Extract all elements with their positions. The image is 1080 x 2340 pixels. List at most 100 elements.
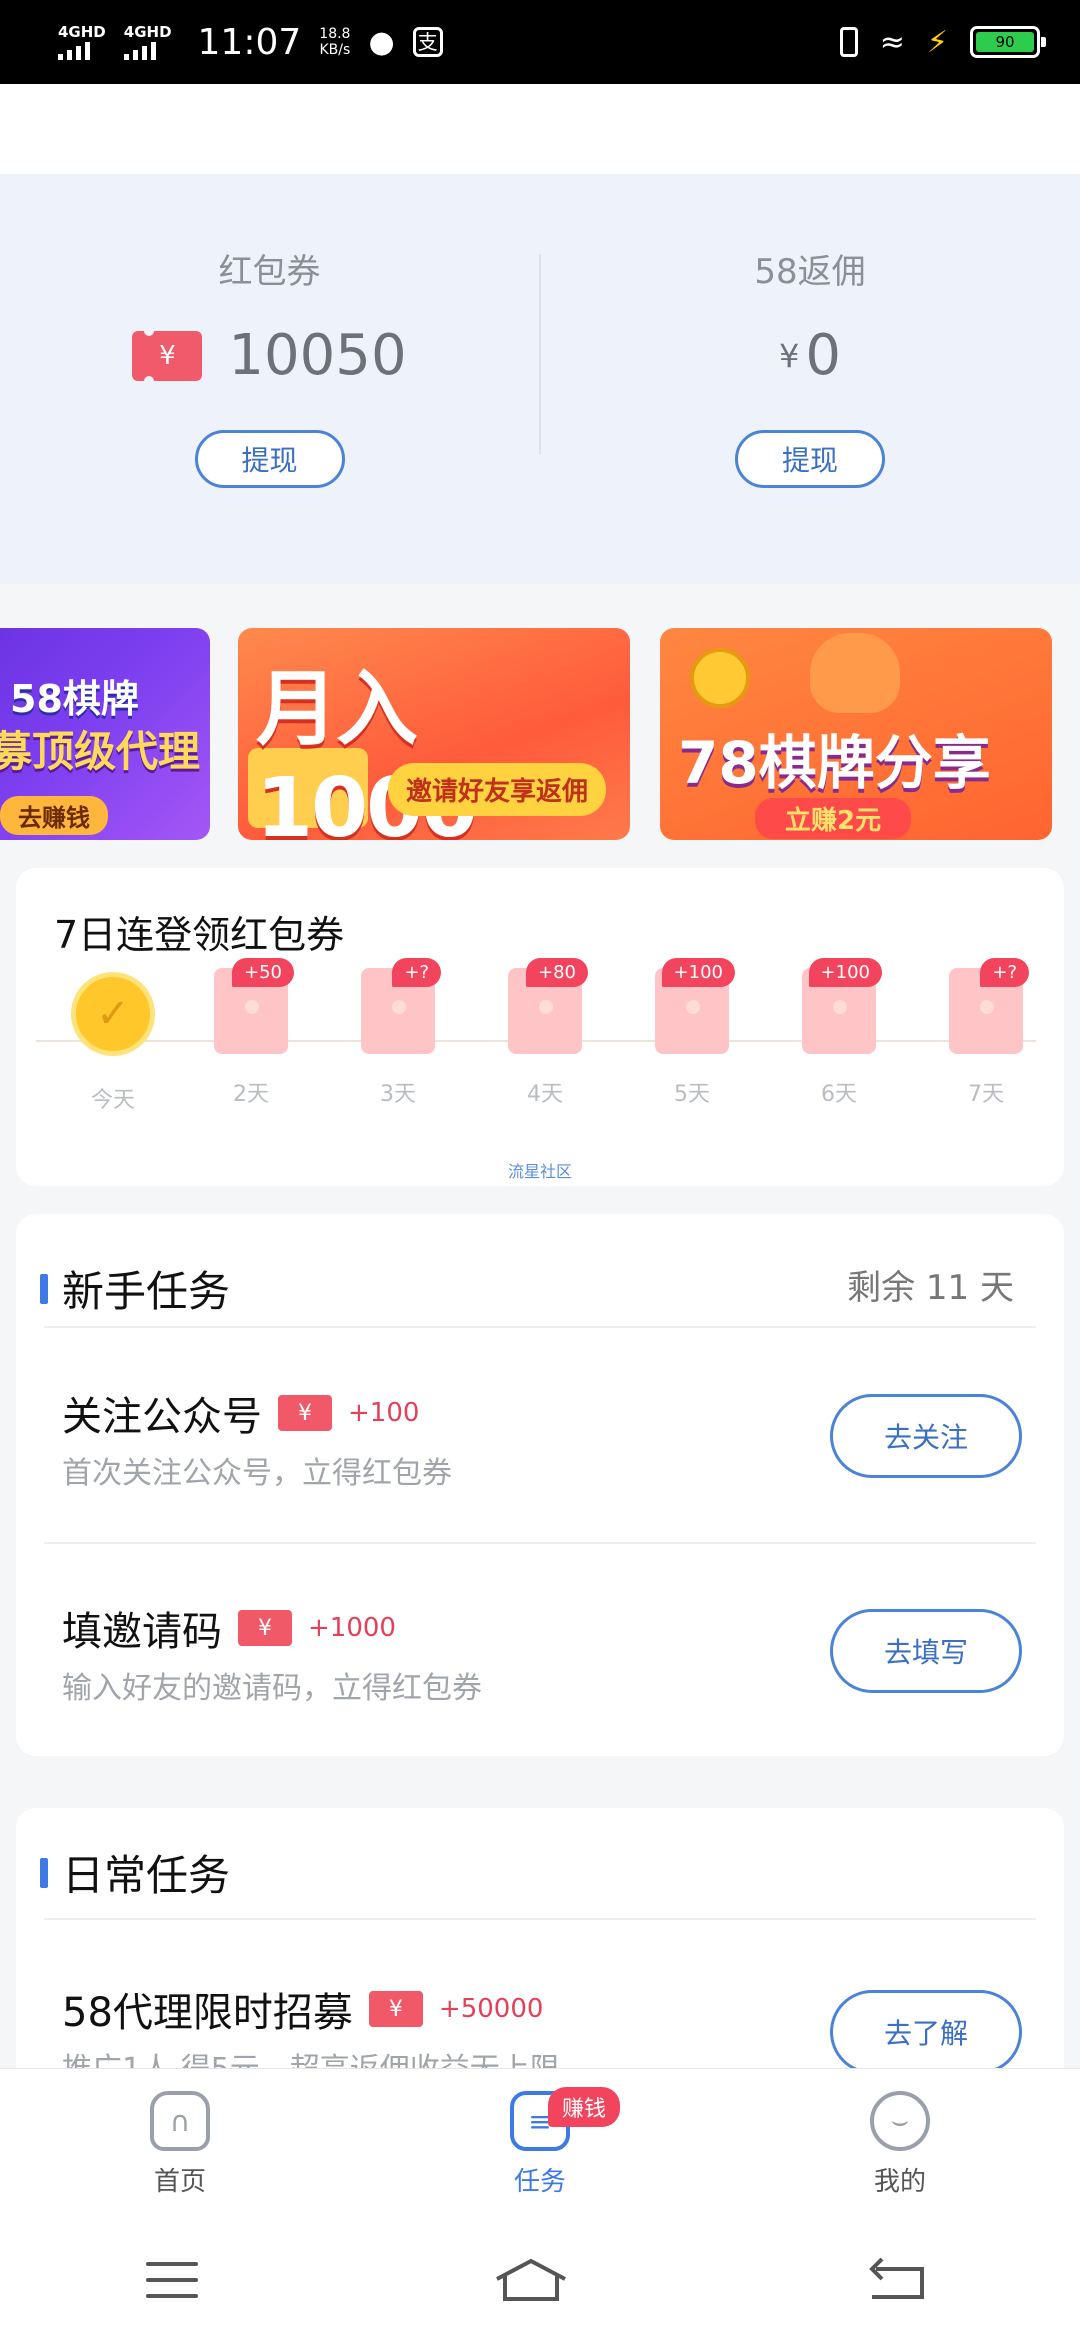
nav-label: 任务 xyxy=(513,2167,566,2197)
nav-home[interactable]: ∩ 首页 xyxy=(0,2069,360,2220)
reward-badge: +80 xyxy=(526,958,588,987)
divider xyxy=(44,1918,1036,1920)
task-reward: +50000 xyxy=(438,1994,544,2024)
reward-badge: +100 xyxy=(661,958,735,987)
signal-icon-1: 4GHD xyxy=(58,24,106,60)
red-envelope-icon: +50 xyxy=(214,958,294,1054)
day-label: 4天 xyxy=(527,1082,563,1107)
home-icon: ∩ xyxy=(150,2091,210,2151)
section-marker xyxy=(40,1273,48,1304)
red-envelope-icon: +80 xyxy=(508,958,588,1054)
task-name: 填邀请码 xyxy=(62,1609,222,1655)
day-label: 5天 xyxy=(674,1082,710,1107)
day-label: 7天 xyxy=(968,1082,1004,1107)
alipay-icon: 支 xyxy=(412,27,443,57)
banner-title: 78棋牌分享 xyxy=(678,729,991,797)
banner-subtitle: 募顶级代理 xyxy=(0,727,201,776)
task-item: 填邀请码 ¥ +1000 输入好友的邀请码，立得红包券 去填写 xyxy=(16,1599,1064,1749)
red-envelope-icon: +? xyxy=(949,958,1029,1054)
reward-badge: +50 xyxy=(232,958,294,987)
checkin-day[interactable]: +50 2天 xyxy=(196,958,306,1108)
checkin-card: 7日连登领红包券 ✓ 今天 +50 2天 +? 3天 +80 4天 +100 5… xyxy=(16,868,1064,1186)
task-item: 关注公众号 ¥ +100 首次关注公众号，立得红包券 去关注 xyxy=(16,1384,1064,1534)
section-header: 新手任务 xyxy=(40,1258,230,1319)
follow-button[interactable]: 去关注 xyxy=(830,1394,1022,1478)
section-marker xyxy=(40,1857,48,1888)
section-title: 新手任务 xyxy=(62,1267,231,1316)
bottom-nav: ∩ 首页 ≡ 赚钱 任务 ⌣ 我的 xyxy=(0,2068,1080,2220)
task-title-row: 58代理限时招募 ¥ +50000 xyxy=(62,1980,543,2038)
home-button-icon[interactable] xyxy=(491,2255,571,2305)
status-bar: 4GHD 4GHD 11:07 18.8 KB/s ● 支 ≈ ⚡ 90 xyxy=(0,0,1080,84)
day-label: 今天 xyxy=(90,1088,135,1113)
coin-icon xyxy=(690,648,750,708)
coupon-amount-row: ¥ 10050 xyxy=(0,323,539,388)
section-header: 日常任务 xyxy=(40,1842,230,1903)
clock: 11:07 xyxy=(197,21,302,63)
red-envelope-icon: +? xyxy=(361,958,441,1054)
watermark: 流星社区 xyxy=(507,1162,572,1181)
commission-withdraw-button[interactable]: 提现 xyxy=(735,430,885,488)
net-speed: 18.8 KB/s xyxy=(319,26,350,58)
net-speed-unit: KB/s xyxy=(319,42,351,58)
coupon-withdraw-button[interactable]: 提现 xyxy=(194,430,345,488)
checkin-title: 7日连登领红包券 xyxy=(54,913,345,957)
net-speed-value: 18.8 xyxy=(319,26,351,42)
coupon-amount: 10050 xyxy=(228,323,407,388)
task-title-row: 填邀请码 ¥ +1000 xyxy=(62,1599,396,1657)
nav-label: 首页 xyxy=(153,2167,206,2197)
checkin-day[interactable]: +100 5天 xyxy=(637,958,747,1108)
nav-tasks[interactable]: ≡ 赚钱 任务 xyxy=(360,2069,720,2220)
red-envelope-icon: +100 xyxy=(655,958,735,1054)
signal-icon-2: 4GHD xyxy=(123,24,172,60)
checkin-day[interactable]: +80 4天 xyxy=(490,958,600,1108)
checkin-day[interactable]: +100 6天 xyxy=(784,958,894,1108)
coupon-balance: 红包券 ¥ 10050 提现 xyxy=(0,244,540,488)
commission-amount-row: ¥ 0 xyxy=(540,323,1080,388)
coupon-label: 红包券 xyxy=(218,252,321,292)
commission-amount: 0 xyxy=(805,323,841,388)
checkin-day[interactable]: +? 7天 xyxy=(931,958,1041,1108)
commission-label: 58返佣 xyxy=(754,252,866,292)
nav-me[interactable]: ⌣ 我的 xyxy=(720,2069,1080,2220)
coupon-icon: ¥ xyxy=(368,1991,423,2027)
wifi-icon: ≈ xyxy=(879,24,905,60)
banner-button: 邀请好友享返佣 xyxy=(388,763,607,816)
menu-icon[interactable] xyxy=(146,2262,199,2298)
reward-badge: +? xyxy=(980,958,1029,987)
banner-78-share[interactable]: 78棋牌分享 立赚2元 xyxy=(660,628,1052,840)
vibrate-icon xyxy=(839,27,858,57)
network-type-1: 4GHD xyxy=(58,23,106,41)
remaining-days: 剩余 11 天 xyxy=(847,1268,1014,1308)
learn-more-button[interactable]: 去了解 xyxy=(830,1990,1022,2074)
day-label: 3天 xyxy=(380,1082,416,1107)
battery-icon: 90 xyxy=(970,26,1046,58)
banner-monthly-income[interactable]: 月入1000+ 邀请好友享返佣 xyxy=(238,628,630,840)
banner-title: 58棋牌 xyxy=(10,677,139,721)
red-envelope-icon: +100 xyxy=(802,958,882,1054)
task-description: 输入好友的邀请码，立得红包券 xyxy=(62,1671,482,1706)
reward-badge: +? xyxy=(392,958,441,987)
coupon-icon: ¥ xyxy=(238,1610,292,1646)
task-name: 58代理限时招募 xyxy=(62,1990,353,2036)
back-icon[interactable] xyxy=(864,2255,934,2305)
task-description: 首次关注公众号，立得红包券 xyxy=(62,1456,452,1491)
reward-badge: +100 xyxy=(808,958,882,987)
wallet-panel: 红包券 ¥ 10050 提现 58返佣 ¥ 0 提现 xyxy=(0,84,1080,584)
qq-icon: ● xyxy=(368,24,395,60)
fill-invite-button[interactable]: 去填写 xyxy=(830,1609,1022,1693)
coupon-icon: ¥ xyxy=(132,325,203,386)
day-label: 6天 xyxy=(821,1082,857,1107)
day-label: 2天 xyxy=(233,1082,269,1107)
task-reward: +1000 xyxy=(308,1613,396,1643)
checkin-day[interactable]: ✓ 今天 xyxy=(58,968,168,1114)
banner-carousel: 58棋牌 募顶级代理 去赚钱 月入1000+ 邀请好友享返佣 78棋牌分享 立赚… xyxy=(0,628,1080,840)
mascot-icon xyxy=(810,633,900,713)
checkin-day[interactable]: +? 3天 xyxy=(343,958,453,1108)
commission-balance: 58返佣 ¥ 0 提现 xyxy=(540,244,1080,488)
divider xyxy=(44,1326,1036,1328)
banner-58-agent[interactable]: 58棋牌 募顶级代理 去赚钱 xyxy=(0,628,210,840)
task-title-row: 关注公众号 ¥ +100 xyxy=(62,1384,419,1442)
banner-button: 立赚2元 xyxy=(755,798,912,839)
charging-icon: ⚡ xyxy=(926,24,948,60)
